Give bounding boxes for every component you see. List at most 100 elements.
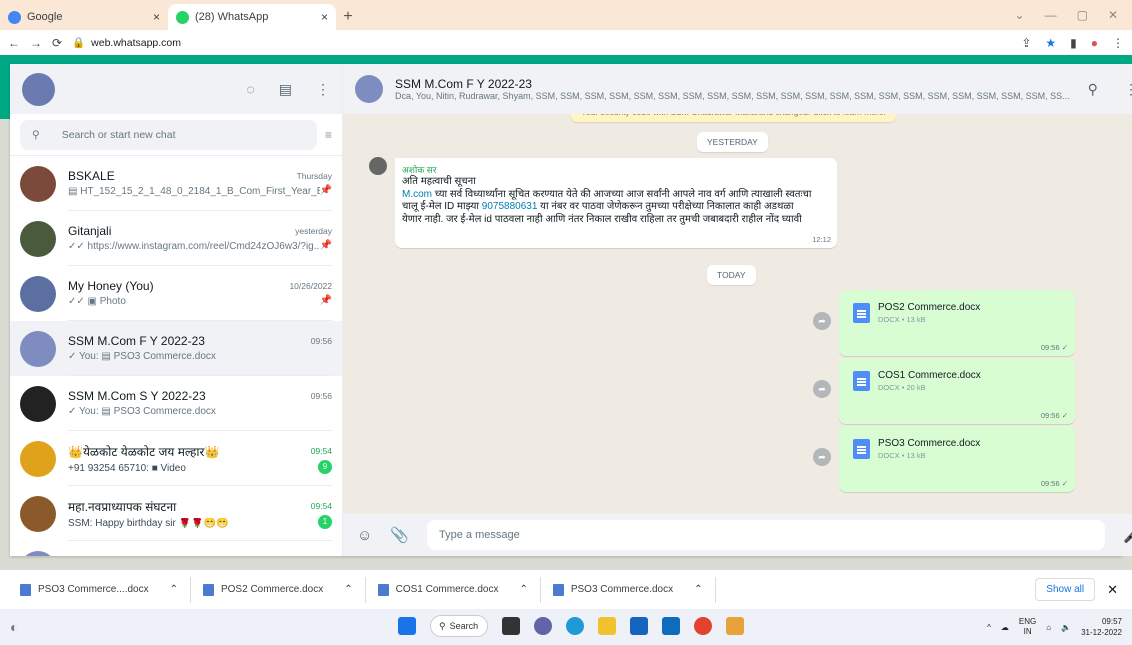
task-view-icon[interactable]	[502, 617, 520, 635]
download-item[interactable]: POS2 Commerce.docx ⌃	[191, 576, 366, 603]
forward-icon[interactable]: ➦	[813, 312, 831, 330]
group-avatar[interactable]	[355, 75, 383, 103]
chat-avatar	[20, 550, 56, 556]
clock[interactable]: 09:57 31-12-2022	[1081, 616, 1122, 638]
back-icon[interactable]: ←	[8, 36, 20, 50]
tab-title: (28) WhatsApp	[195, 11, 269, 23]
download-item[interactable]: PSO3 Commerce....docx ⌃	[8, 576, 191, 603]
status-icon[interactable]: ◌	[246, 81, 254, 98]
chat-list-item[interactable]: Gitanjali yesterday ✓✓ https://www.instag…	[10, 211, 342, 266]
chevron-up-icon[interactable]: ⌃	[344, 584, 352, 595]
search-icon[interactable]: ⚲	[1088, 81, 1098, 98]
emoji-icon[interactable]: ☺	[357, 527, 372, 544]
file-meta: DOCX • 13 kB	[878, 451, 926, 460]
chevron-up-icon[interactable]: ⌃	[170, 584, 178, 595]
download-item[interactable]: PSO3 Commerce.docx ⌃	[541, 576, 716, 603]
document-attachment[interactable]: COS1 Commerce.docx DOCX • 20 kB	[847, 364, 1063, 398]
paint-app-icon[interactable]	[726, 617, 744, 635]
message-link[interactable]: M.com	[402, 189, 432, 200]
close-window-icon[interactable]: ✕	[1108, 8, 1118, 22]
chat-time: 09:54	[310, 501, 332, 511]
message-text: अति महत्वाची सूचना M.com च्या सर्व विध्य…	[402, 176, 830, 226]
close-downloads-icon[interactable]: ✕	[1095, 582, 1124, 598]
network-icon[interactable]: ⌂	[1046, 623, 1051, 632]
sender-avatar[interactable]	[369, 157, 387, 175]
chat-name: महा.नवप्राध्यापक संघटना	[68, 499, 177, 514]
chat-app-icon[interactable]	[534, 617, 552, 635]
chat-list-item[interactable]: 👑येळकोट येळकोट जय मल्हार👑 09:54 +91 93254…	[10, 431, 342, 486]
edge-icon[interactable]	[566, 617, 584, 635]
url-field[interactable]: 🔒 web.whatsapp.com	[72, 36, 181, 50]
share-icon[interactable]: ⇪	[1021, 36, 1031, 50]
chat-list-item[interactable]: BSKALE Thursday ▤ HT_152_15_2_1_48_0_2184…	[10, 156, 342, 211]
maximize-icon[interactable]: ▢	[1077, 8, 1088, 22]
onedrive-icon[interactable]: ☁	[1001, 623, 1009, 632]
new-tab-button[interactable]: +	[336, 4, 360, 30]
sender-name[interactable]: अशोक सर	[402, 163, 830, 176]
mail-icon[interactable]	[662, 617, 680, 635]
windows-start-icon[interactable]	[398, 617, 416, 635]
new-chat-icon[interactable]: ▤	[279, 81, 292, 98]
chat-menu-icon[interactable]: ⋮	[1124, 81, 1132, 98]
chevron-up-icon[interactable]: ⌃	[694, 584, 702, 595]
chevron-up-icon[interactable]: ⌃	[519, 584, 527, 595]
tray-overflow-icon[interactable]: ^	[987, 623, 991, 632]
my-avatar[interactable]	[22, 72, 55, 106]
forward-icon[interactable]: →	[30, 36, 42, 50]
message-input[interactable]	[427, 520, 1106, 550]
language-indicator[interactable]: ENG IN	[1019, 617, 1036, 637]
volume-icon[interactable]: 🔈	[1061, 623, 1071, 632]
security-notice[interactable]: Your security code with SSM Chaurawar Ma…	[571, 114, 896, 122]
weather-icon[interactable]: ◐	[10, 619, 18, 635]
store-icon[interactable]	[630, 617, 648, 635]
file-message: COS1 Commerce.docx DOCX • 20 kB 09:56 ✓	[839, 358, 1075, 424]
filter-icon[interactable]: ≡	[325, 128, 332, 142]
message-line-part: च्या सर्व विध्यार्थ्यांना सूचित करण्यात …	[432, 188, 812, 200]
chat-list-item[interactable]: SSM M.Com S Y 2022-23 09:56 ✓ You: ▤ PSO3…	[10, 376, 342, 431]
show-all-button[interactable]: Show all	[1035, 578, 1096, 601]
tab-title: Google	[27, 11, 63, 23]
chat-time: yesterday	[295, 226, 332, 236]
search-input[interactable]: ⚲ Search or start new chat	[20, 119, 317, 150]
clock-time: 09:57	[1101, 617, 1122, 626]
chrome-icon[interactable]	[694, 617, 712, 635]
tab-whatsapp[interactable]: (28) WhatsApp ×	[168, 4, 336, 30]
chat-time: 09:56	[310, 391, 332, 401]
attach-icon[interactable]: 📎	[390, 526, 409, 544]
download-name: POS2 Commerce.docx	[220, 584, 324, 595]
phone-link[interactable]: 9075880631	[482, 201, 538, 212]
download-item[interactable]: COS1 Commerce.docx ⌃	[366, 576, 541, 603]
sidepanel-icon[interactable]: ▮	[1070, 36, 1077, 50]
browser-menu-icon[interactable]: ⋮	[1112, 36, 1124, 50]
close-tab-icon[interactable]: ×	[321, 10, 328, 24]
document-icon	[853, 439, 870, 459]
whatsapp-app: ◌ ▤ ⋮ ⚲ Search or start new chat ≡ BSKAL…	[10, 64, 1132, 556]
forward-icon[interactable]: ➦	[813, 380, 831, 398]
close-tab-icon[interactable]: ×	[153, 10, 160, 24]
chat-body: My Honey (You) 10/26/2022 ✓✓ ▣ Photo 📌	[68, 266, 332, 321]
reload-icon[interactable]: ⟳	[52, 36, 62, 50]
document-attachment[interactable]: POS2 Commerce.docx DOCX • 13 kB	[847, 296, 1063, 330]
chat-list-item[interactable]: SSM B.Com S.Y.22-23 Girls09:51 ✓ You: ▤ …	[10, 541, 342, 556]
word-doc-icon	[202, 583, 214, 596]
forward-icon[interactable]: ➦	[813, 448, 831, 466]
tab-search-icon[interactable]: ⌄	[1015, 8, 1025, 22]
document-attachment[interactable]: PSO3 Commerce.docx DOCX • 13 kB	[847, 432, 1063, 466]
microphone-icon[interactable]: 🎤	[1123, 526, 1132, 544]
chat-title: SSM M.Com F Y 2022-23	[395, 77, 532, 91]
minimize-icon[interactable]: —	[1045, 8, 1057, 22]
file-name: PSO3 Commerce.docx	[878, 438, 981, 449]
pin-icon: 📌	[319, 239, 332, 251]
message-line-part: चालू ई-मेल ID माझ्या	[402, 201, 482, 212]
file-explorer-icon[interactable]	[598, 617, 616, 635]
chat-list-item[interactable]: SSM M.Com F Y 2022-23 09:56 ✓ You: ▤ PSO3…	[10, 321, 342, 376]
bookmark-star-icon[interactable]: ★	[1045, 36, 1056, 50]
chat-header[interactable]: SSM M.Com F Y 2022-23 Dca, You, Nitin, R…	[343, 64, 1132, 114]
taskbar-search[interactable]: ⚲ Search	[430, 615, 488, 637]
tab-google[interactable]: Google ×	[0, 4, 168, 30]
clock-date: 31-12-2022	[1081, 628, 1122, 637]
profile-icon[interactable]: ●	[1091, 36, 1098, 50]
menu-icon[interactable]: ⋮	[316, 81, 330, 98]
chat-list-item[interactable]: महा.नवप्राध्यापक संघटना 09:54 SSM: Happy …	[10, 486, 342, 541]
chat-list-item[interactable]: My Honey (You) 10/26/2022 ✓✓ ▣ Photo 📌	[10, 266, 342, 321]
